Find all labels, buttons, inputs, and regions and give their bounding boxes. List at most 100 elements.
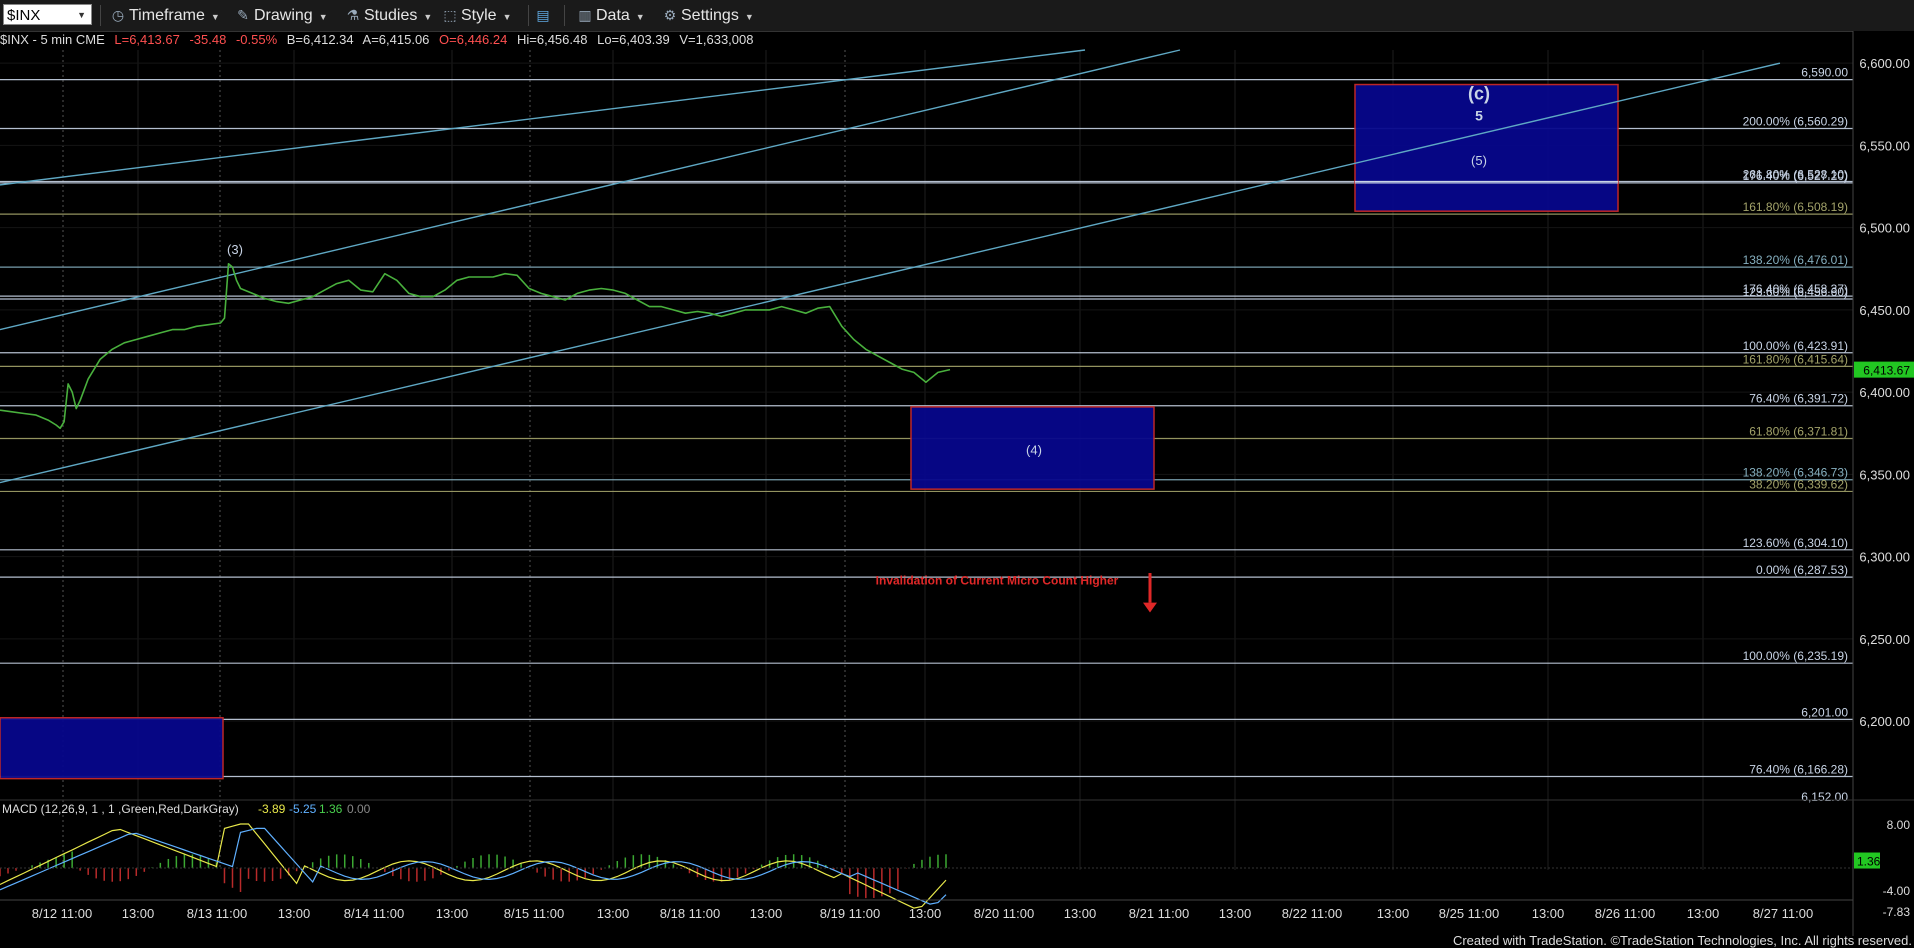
symbol-input[interactable]: $INX ▼ (3, 4, 92, 25)
time-tick: 8/12 11:00 (32, 906, 92, 921)
trendline (0, 49, 1181, 331)
time-tick: 13:00 (1377, 906, 1410, 921)
macd-value: -3.89 (258, 802, 286, 816)
level-label: 176.40% (6,527.20) (1743, 169, 1848, 183)
toolbar: $INX ▼ ◷ Timeframe ▼ ✎ Drawing ▼ ⚗ Studies ▼ ⬚… (0, 0, 1914, 32)
invalidation-note: Invalidation of Current Micro Count High… (876, 574, 1119, 588)
annotations: (3) (4) (c) 5 (5) Invalidation of Current Mic… (227, 83, 1490, 613)
price-tick: 6,250.00 (1859, 632, 1910, 647)
level-label: 161.80% (6,415.64) (1743, 352, 1848, 366)
time-tick: 8/18 11:00 (660, 906, 720, 921)
level-label: 100.00% (6,235.19) (1743, 649, 1848, 663)
timeframe-button[interactable]: ◷ Timeframe ▼ (110, 4, 220, 26)
price-tick: 6,500.00 (1859, 221, 1910, 236)
wave-4-label: (4) (1026, 443, 1042, 458)
arrow-down-icon (1143, 602, 1157, 613)
macd-label: MACD (12,26,9, 1 , 1 ,Green,Red,DarkGray… (2, 802, 239, 816)
time-tick: 13:00 (909, 906, 942, 921)
macd-tick: 8.00 (1887, 818, 1911, 832)
clock-icon: ◷ (111, 7, 125, 23)
level-label: 100.00% (6,423.91) (1743, 339, 1848, 353)
chevron-down-icon: ▼ (502, 12, 512, 22)
toolbar-divider (100, 5, 101, 26)
price-tick: 6,350.00 (1859, 467, 1910, 482)
chevron-down-icon: ▼ (318, 12, 328, 22)
wave-3-label: (3) (227, 242, 243, 257)
chevron-down-icon[interactable]: ▼ (77, 5, 86, 26)
trendline (0, 62, 1781, 484)
time-tick: 8/22 11:00 (1282, 906, 1342, 921)
macd-value: 1.36 (319, 802, 343, 816)
wave-5-paren-label: (5) (1471, 153, 1487, 168)
pencil-icon: ✎ (237, 7, 249, 23)
studies-button[interactable]: ⚗ Studies ▼ (345, 4, 433, 26)
level-label: 138.20% (6,476.01) (1743, 253, 1848, 267)
time-tick: 13:00 (750, 906, 783, 921)
time-tick: 13:00 (436, 906, 469, 921)
time-tick: 13:00 (1687, 906, 1720, 921)
style-icon: ⬚ (443, 7, 457, 23)
level-label: 0.00% (6,287.53) (1756, 563, 1848, 577)
price-tick: 6,400.00 (1859, 385, 1910, 400)
target-box-wave-c (1354, 83, 1619, 212)
price-chart[interactable]: 6,590.00200.00% (6,560.29)261.80% (6,528… (0, 31, 1914, 936)
style-button[interactable]: ⬚ Style ▼ (442, 4, 512, 26)
last-price-tag-text: 6,413.67 (1863, 364, 1910, 378)
macd-panel[interactable]: MACD (12,26,9, 1 , 1 ,Green,Red,DarkGray… (0, 799, 1914, 919)
footer-credit: Created with TradeStation. ©TradeStation… (1452, 933, 1912, 948)
price-line (0, 263, 951, 430)
level-label-clipped: 6,152.00 (1801, 790, 1848, 804)
time-tick: 8/27 11:00 (1753, 906, 1813, 921)
chevron-down-icon: ▼ (423, 12, 433, 22)
price-tick: 6,450.00 (1859, 303, 1910, 318)
level-label: 123.60% (6,304.10) (1743, 536, 1848, 550)
level-label: 76.40% (6,166.28) (1749, 763, 1848, 777)
chevron-down-icon: ▼ (744, 12, 754, 22)
layout-icon: ▤ (536, 7, 550, 23)
time-tick: 13:00 (597, 906, 630, 921)
chevron-down-icon: ▼ (635, 12, 645, 22)
time-tick: 13:00 (1219, 906, 1252, 921)
time-tick: 8/15 11:00 (504, 906, 564, 921)
level-label: 6,201.00 (1801, 705, 1848, 719)
toolbar-divider (528, 5, 529, 26)
time-tick: 8/20 11:00 (974, 906, 1034, 921)
target-box-lower (0, 717, 224, 780)
time-tick: 8/13 11:00 (187, 906, 247, 921)
flask-icon: ⚗ (346, 7, 360, 23)
time-tick: 8/19 11:00 (820, 906, 880, 921)
level-label: 123.60% (6,456.60) (1743, 285, 1848, 299)
macd-tick: -7.83 (1883, 905, 1911, 919)
time-tick: 13:00 (278, 906, 311, 921)
symbol-value: $INX (7, 7, 41, 24)
data-button[interactable]: ▥ Data ▼ (577, 4, 645, 26)
price-tick: 6,550.00 (1859, 138, 1910, 153)
price-tick: 6,200.00 (1859, 714, 1910, 729)
time-tick: 13:00 (122, 906, 155, 921)
macd-tick: -4.00 (1883, 884, 1911, 898)
drawing-button[interactable]: ✎ Drawing ▼ (235, 4, 328, 26)
time-tick: 8/21 11:00 (1129, 906, 1189, 921)
level-label: 61.80% (6,371.81) (1749, 424, 1848, 438)
price-tick: 6,600.00 (1859, 56, 1910, 71)
trendline (0, 49, 1086, 186)
level-label: 76.40% (6,391.72) (1749, 392, 1848, 406)
level-label: 161.80% (6,508.19) (1743, 200, 1848, 214)
time-tick: 8/25 11:00 (1439, 906, 1499, 921)
layout-button[interactable]: ▤ (535, 4, 554, 26)
level-label: 200.00% (6,560.29) (1743, 114, 1848, 128)
target-boxes (0, 83, 1619, 780)
price-tick: 6,300.00 (1859, 550, 1910, 565)
settings-button[interactable]: ⚙ Settings ▼ (662, 4, 754, 26)
wave-5-label: 5 (1475, 108, 1483, 124)
toolbar-divider (564, 5, 565, 26)
macd-value: 0.00 (347, 802, 371, 816)
price-series (0, 263, 951, 430)
chevron-down-icon: ▼ (210, 12, 220, 22)
level-label: 38.20% (6,339.62) (1749, 477, 1848, 491)
time-tick: 8/14 11:00 (344, 906, 404, 921)
macd-value: -5.25 (289, 802, 317, 816)
level-label: 6,590.00 (1801, 66, 1848, 80)
bar-chart-icon: ▥ (578, 7, 592, 23)
time-tick: 13:00 (1532, 906, 1565, 921)
